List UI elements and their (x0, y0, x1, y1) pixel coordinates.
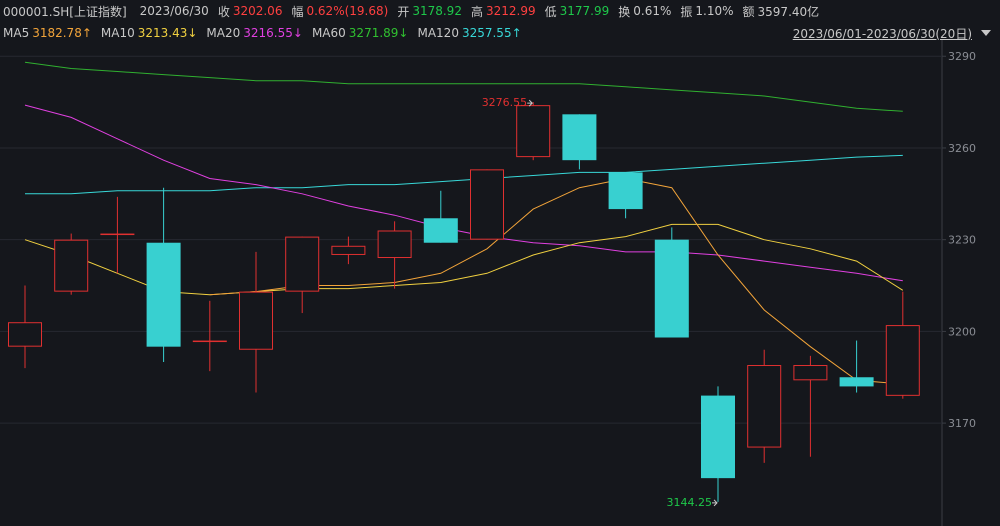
low-value: 3177.99 (559, 4, 610, 18)
quote-header: 000001.SH[上证指数] 2023/06/30 收 3202.06 幅 0.6… (0, 0, 828, 22)
y-tick-label: 3260 (948, 142, 976, 155)
candle-body (146, 242, 181, 347)
ma20-value: 3216.55↓ (243, 26, 303, 40)
candle-body (285, 236, 320, 292)
index-code[interactable]: 000001.SH[上证指数] (3, 3, 127, 20)
low-marker-label: 3144.25 (667, 496, 713, 509)
candle-body (470, 169, 504, 240)
ma10-label: MA10 (100, 26, 135, 40)
candle-body (100, 233, 135, 236)
ma120-legend: MA120 3257.55↑ (417, 26, 521, 40)
candle-body (192, 340, 227, 343)
candle-body (516, 105, 551, 158)
high-value: 3212.99 (485, 4, 536, 18)
candle-body (608, 172, 643, 210)
ma120-label: MA120 (417, 26, 459, 40)
low-quote: 低 3177.99 (545, 3, 610, 20)
candle-body (839, 377, 874, 387)
candle-body (747, 365, 782, 448)
turnover-quote: 换 0.61% (618, 3, 671, 20)
candle-body (239, 291, 273, 350)
amplitude-label: 振 (680, 4, 693, 19)
candle-body (8, 322, 42, 347)
close-label: 收 (217, 4, 230, 19)
amount-value: 3597.40亿 (757, 4, 820, 19)
ma120-value: 3257.55↑ (461, 26, 522, 40)
ma10-legend: MA10 3213.43↓ (101, 26, 198, 40)
candle-body (701, 395, 735, 479)
ma60-label: MA60 (311, 26, 346, 40)
ma20-legend: MA20 3216.55↓ (206, 26, 303, 40)
candle-body (562, 114, 597, 161)
open-label: 开 (397, 4, 410, 19)
candle-body (54, 239, 89, 292)
chevron-down-icon (981, 30, 991, 36)
low-label: 低 (544, 4, 557, 19)
high-marker-label: 3276.55 (482, 96, 528, 109)
amount-label: 额 (742, 4, 755, 19)
ma20-label: MA20 (206, 26, 241, 40)
change-quote: 幅 0.62%(19.68) (291, 3, 388, 20)
ma10-value: 3213.43↓ (137, 26, 198, 40)
y-tick-label: 3230 (948, 234, 976, 247)
y-tick-label: 3290 (948, 50, 976, 63)
y-tick-label: 3200 (948, 325, 976, 338)
ma60-value: 3271.89↓ (348, 26, 409, 40)
high-label: 高 (470, 4, 483, 19)
close-quote: 收 3202.06 (218, 3, 283, 20)
amount-quote: 额 3597.40亿 (743, 3, 820, 20)
candle-body (423, 218, 458, 243)
ma60-line (24, 61, 903, 112)
change-value: 0.62%(19.68) (306, 4, 389, 18)
turnover-label: 换 (618, 4, 631, 19)
candle-body (885, 325, 920, 396)
quote-date: 2023/06/30 (139, 4, 209, 18)
ma5-legend: MA5 3182.78↑ (3, 26, 92, 40)
turnover-value: 0.61% (633, 4, 672, 18)
low-marker-arrow (712, 499, 718, 507)
ma120-line (25, 154, 903, 195)
candle-body (331, 245, 366, 255)
kline-chart[interactable]: 3170 3200 3230 3260 3290 3276.55 3144.25 (0, 40, 1000, 526)
change-label: 幅 (291, 4, 304, 19)
candle-body (377, 230, 412, 259)
high-quote: 高 3212.99 (471, 3, 536, 20)
open-quote: 开 3178.92 (397, 3, 462, 20)
close-value: 3202.06 (232, 4, 283, 18)
ma60-legend: MA60 3271.89↓ (312, 26, 409, 40)
ma5-value: 3182.78↑ (32, 26, 92, 40)
y-tick-label: 3170 (948, 417, 976, 430)
ma5-label: MA5 (3, 26, 30, 40)
candle-body (654, 239, 689, 338)
amplitude-quote: 振 1.10% (680, 3, 733, 20)
candle-body (793, 365, 828, 381)
amplitude-value: 1.10% (695, 4, 734, 18)
open-value: 3178.92 (412, 4, 462, 18)
